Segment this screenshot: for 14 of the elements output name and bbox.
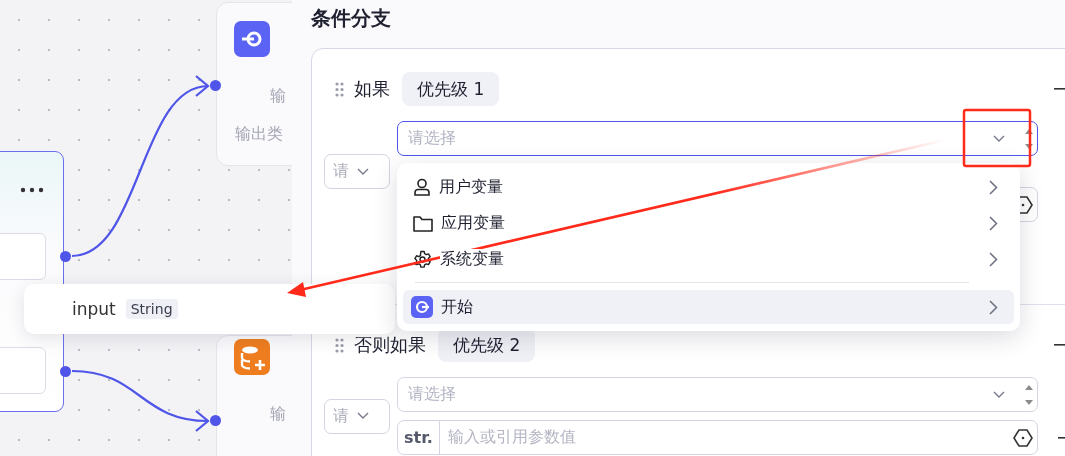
panel-title: 条件分支	[311, 5, 392, 32]
node-field-label: 输	[270, 404, 286, 425]
branch-label: 否则如果	[354, 333, 426, 357]
menu-item[interactable]: 用户变量	[403, 169, 1014, 205]
menu-item[interactable]: 开始	[403, 290, 1014, 324]
priority-badge: 优先级 1	[402, 72, 500, 106]
menu-item[interactable]: 应用变量	[403, 205, 1014, 241]
node-field-label: 输出类	[235, 124, 283, 145]
node-field-label: 输	[270, 86, 286, 107]
value-field[interactable]: str. 输入或引用参数值	[397, 420, 1038, 455]
branch-label: 如果	[354, 77, 390, 101]
menu-item[interactable]: 系统变量	[403, 241, 1014, 277]
type-tag: String	[125, 299, 178, 319]
output-name[interactable]: input	[72, 299, 116, 319]
